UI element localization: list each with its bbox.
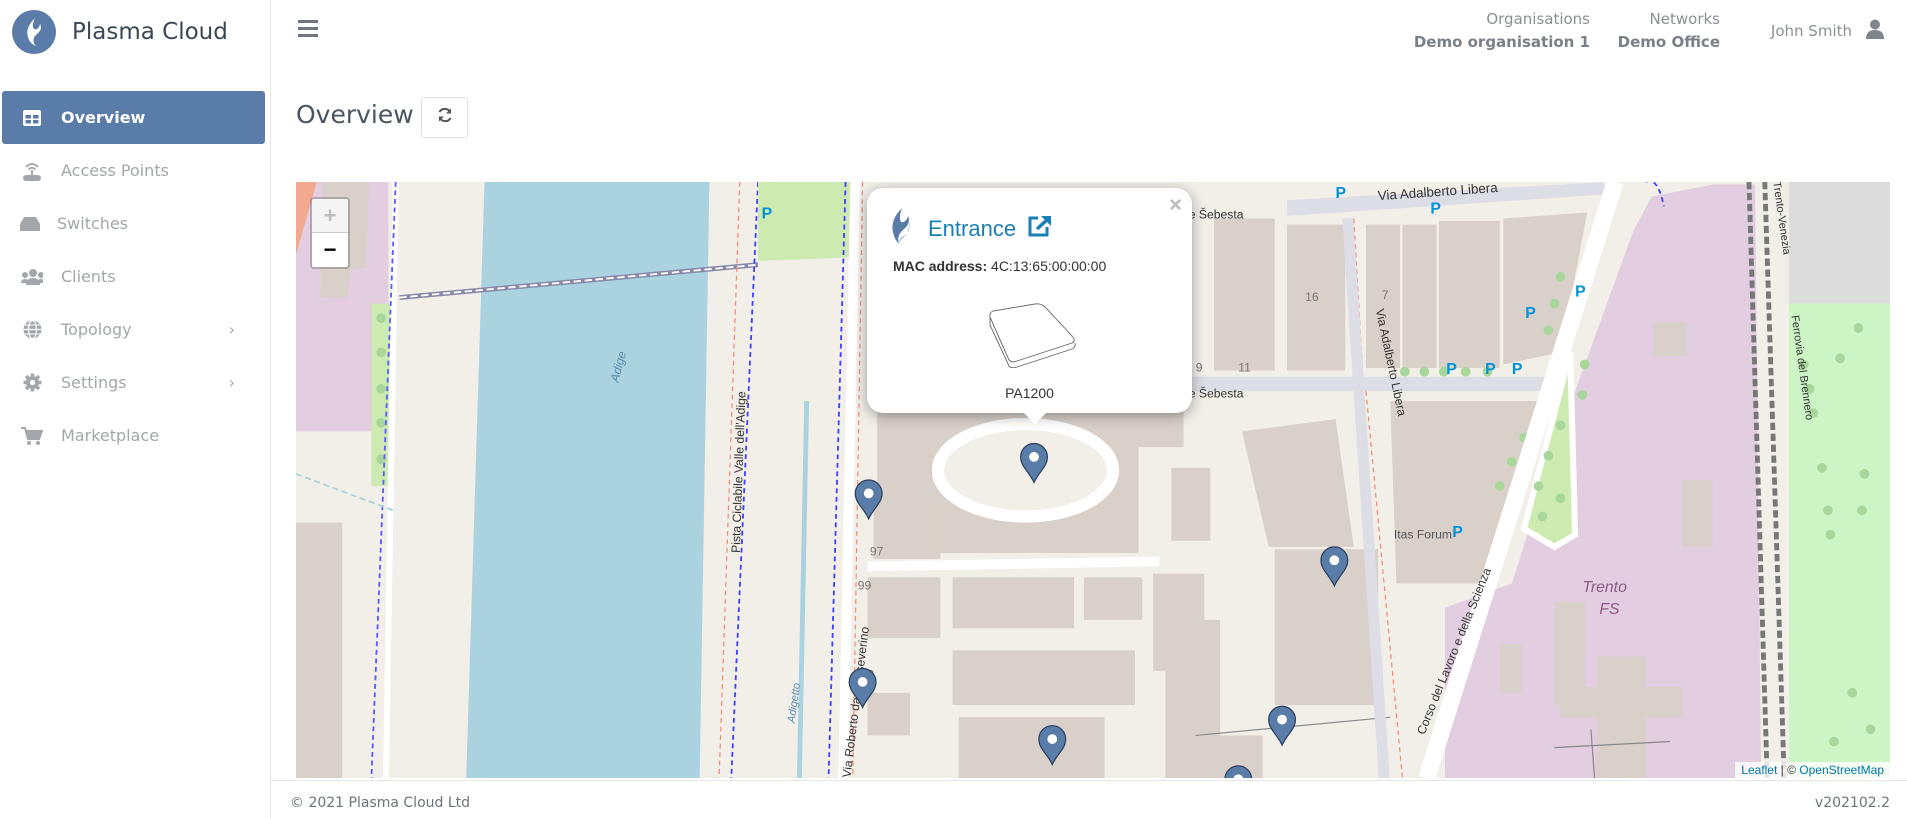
device-name-link[interactable]: Entrance (928, 216, 1016, 242)
parking-icon: P (1430, 201, 1441, 218)
mac-address: MAC address: 4C:13:65:00:00:00 (893, 258, 1106, 274)
users-icon (21, 268, 43, 285)
map-label-itas: Itas Forum (1394, 527, 1452, 541)
zoom-out-button[interactable]: − (312, 233, 348, 267)
brand[interactable]: Plasma Cloud (12, 10, 228, 54)
gear-icon (21, 373, 43, 392)
brand-name: Plasma Cloud (72, 19, 228, 45)
map-label-fs: FS (1599, 601, 1620, 618)
parking-icon: P (1525, 305, 1536, 322)
page-title: Overview (296, 100, 414, 129)
map-label-11: 11 (1238, 361, 1251, 375)
parking-icon: P (1485, 361, 1496, 378)
sidebar-item-label: Topology (61, 320, 132, 339)
parking-icon: P (762, 205, 773, 222)
chevron-right-icon: › (228, 320, 235, 339)
sidebar-item-label: Overview (61, 108, 146, 127)
sidebar-item-clients[interactable]: Clients (2, 250, 265, 303)
map-label-trento: Trento (1582, 579, 1627, 596)
map-label-9: 9 (1196, 361, 1203, 375)
map-label-16: 16 (1305, 290, 1319, 304)
map-label-97: 97 (870, 544, 884, 558)
sidebar-item-label: Marketplace (61, 426, 160, 445)
sidebar-item-topology[interactable]: Topology › (2, 303, 265, 356)
leaflet-link[interactable]: Leaflet (1741, 763, 1777, 777)
network-value: Demo Office (1617, 33, 1720, 51)
switch-icon (19, 216, 41, 231)
mac-address-value: 4C:13:65:00:00:00 (991, 258, 1107, 274)
plasma-flame-icon (890, 208, 912, 249)
user-name: John Smith (1770, 22, 1852, 40)
zoom-in-button[interactable]: + (312, 199, 348, 233)
user-menu[interactable]: John Smith (1771, 19, 1884, 43)
network-selector[interactable]: Networks Demo Office (1618, 8, 1720, 54)
map-attribution: Leaflet | © OpenStreetMap (1735, 762, 1890, 778)
sidebar-item-label: Access Points (61, 161, 169, 180)
parking-icon: P (1446, 361, 1457, 378)
chevron-right-icon: › (228, 373, 235, 392)
sidebar-item-settings[interactable]: Settings › (2, 356, 265, 409)
zoom-control: + − (310, 197, 350, 269)
organisation-value: Demo organisation 1 (1413, 33, 1590, 51)
popup-close-button[interactable]: × (1169, 192, 1182, 218)
hamburger-menu-icon[interactable] (298, 20, 318, 38)
plasma-cloud-logo-icon (12, 10, 56, 54)
sidebar-item-access-points[interactable]: Access Points (2, 144, 265, 197)
sidebar-item-label: Settings (61, 373, 127, 392)
device-model: PA1200 (1005, 385, 1054, 401)
sidebar-item-switches[interactable]: Switches (2, 197, 265, 250)
footer: © 2021 Plasma Cloud Ltd v202102.2 (271, 780, 1907, 818)
map-label-7: 7 (1382, 288, 1389, 302)
sidebar-item-label: Switches (57, 214, 129, 233)
app-version: v202102.2 (1814, 795, 1890, 811)
sidebar-item-marketplace[interactable]: Marketplace (2, 409, 265, 462)
globe-icon (21, 320, 43, 339)
parking-icon: P (1336, 185, 1347, 202)
copyright: © 2021 Plasma Cloud Ltd (290, 795, 471, 811)
cart-icon (21, 426, 43, 445)
sidebar-item-overview[interactable]: Overview (2, 91, 265, 144)
sidebar-item-label: Clients (61, 267, 116, 286)
attribution-separator: | © (1777, 763, 1800, 777)
popup-tip (1022, 411, 1048, 424)
map[interactable]: Adige Pista Ciclabile Valle dell'Adige A… (296, 182, 1890, 778)
access-point-icon (21, 161, 43, 181)
access-point-device-image (987, 303, 1077, 373)
parking-icon: P (1452, 524, 1463, 541)
refresh-button[interactable] (421, 97, 468, 138)
map-label-99: 99 (858, 578, 872, 592)
networks-label: Networks (1649, 10, 1720, 28)
parking-icon: P (1512, 361, 1523, 378)
organisations-label: Organisations (1486, 10, 1590, 28)
dashboard-icon (21, 109, 43, 126)
openstreetmap-link[interactable]: OpenStreetMap (1799, 763, 1884, 777)
sidebar-nav: Overview Access Points Switches Clients … (2, 91, 265, 462)
organisation-selector[interactable]: Organisations Demo organisation 1 (1414, 8, 1590, 54)
refresh-icon (437, 107, 453, 128)
sidebar: Plasma Cloud Overview Access Points Swit… (0, 0, 271, 818)
parking-icon: P (1575, 283, 1586, 300)
mac-address-label: MAC address: (893, 258, 988, 274)
external-link-icon[interactable] (1028, 215, 1052, 242)
top-header: Organisations Demo organisation 1 Networ… (271, 0, 1907, 80)
user-icon (1866, 19, 1884, 43)
device-popup: × Entrance MAC address: 4C:13:65:00:00:0… (867, 188, 1192, 413)
